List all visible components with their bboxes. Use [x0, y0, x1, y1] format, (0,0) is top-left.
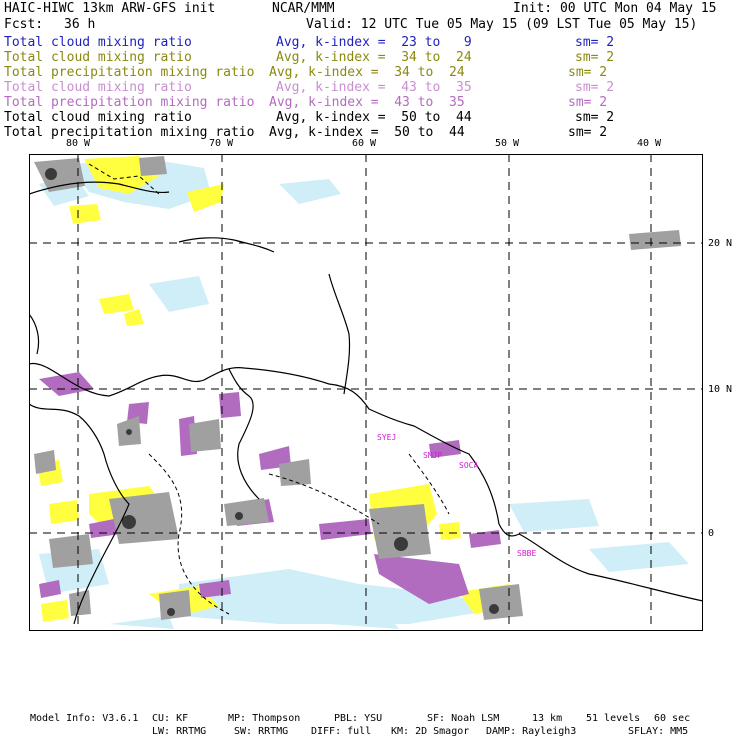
legend-sm: sm= 2: [575, 80, 615, 95]
footer-item: SW: RRTMG: [234, 726, 289, 737]
lon-label: 70 W: [209, 138, 234, 149]
footer-item: LW: RRTMG: [152, 726, 207, 737]
footer-item: CU: KF: [152, 713, 189, 724]
legend-avg: Avg, k-index = 50 to 44: [276, 110, 472, 125]
init-time: Init: 00 UTC Mon 04 May 15: [513, 1, 717, 16]
lon-label: 80 W: [66, 138, 91, 149]
legend-field: Total cloud mixing ratio: [4, 80, 192, 95]
legend-field: Total cloud mixing ratio: [4, 35, 192, 50]
lon-label: 40 W: [637, 138, 662, 149]
legend-sm: sm= 2: [568, 95, 608, 110]
footer-item: Model Info: V3.6.1: [30, 713, 139, 724]
legend-avg: Avg, k-index = 23 to 9: [276, 35, 472, 50]
legend-sm: sm= 2: [568, 65, 608, 80]
station-label: SMJP: [423, 451, 442, 460]
lat-label: 10 N: [708, 384, 733, 395]
footer-item: SF: Noah LSM: [427, 713, 500, 724]
model-title: HAIC-HIWC 13km ARW-GFS init: [4, 1, 216, 16]
station-label: SBBE: [517, 549, 536, 558]
legend-field: Total cloud mixing ratio: [4, 50, 192, 65]
station-label: SOCA: [459, 461, 478, 470]
footer-item: MP: Thompson: [228, 713, 301, 724]
footer-item: PBL: YSU: [334, 713, 383, 724]
station-label: SYEJ: [377, 433, 396, 442]
legend-sm: sm= 2: [568, 125, 608, 140]
lat-label: 20 N: [708, 238, 733, 249]
legend-field: Total cloud mixing ratio: [4, 110, 192, 125]
valid-time: Valid: 12 UTC Tue 05 May 15 (09 LST Tue …: [306, 17, 698, 32]
footer-item: DIFF: full: [311, 726, 372, 737]
legend-avg: Avg, k-index = 34 to 24: [276, 50, 472, 65]
footer-item: 60 sec: [654, 713, 691, 724]
lon-label: 50 W: [495, 138, 520, 149]
footer-item: DAMP: Rayleigh3: [486, 726, 577, 737]
forecast-label: Fcst:: [4, 17, 44, 32]
footer-item: 51 levels: [586, 713, 641, 724]
legend-sm: sm= 2: [575, 110, 615, 125]
legend-sm: sm= 2: [575, 35, 615, 50]
legend-field: Total precipitation mixing ratio: [4, 65, 255, 80]
footer-item: SFLAY: MM5: [628, 726, 689, 737]
org-label: NCAR/MMM: [272, 1, 335, 16]
legend-avg: Avg, k-index = 34 to 24: [269, 65, 465, 80]
footer-item: KM: 2D Smagor: [391, 726, 470, 737]
lat-label: 0: [708, 528, 715, 539]
forecast-hours: 36 h: [64, 17, 96, 32]
footer-item: 13 km: [532, 713, 563, 724]
legend-field: Total precipitation mixing ratio: [4, 95, 255, 110]
lon-label: 60 W: [352, 138, 377, 149]
legend-avg: Avg, k-index = 43 to 35: [276, 80, 472, 95]
forecast-map: SYEJ SMJP SOCA SBBE: [29, 154, 703, 631]
legend-sm: sm= 2: [575, 50, 615, 65]
legend-avg: Avg, k-index = 43 to 35: [269, 95, 465, 110]
